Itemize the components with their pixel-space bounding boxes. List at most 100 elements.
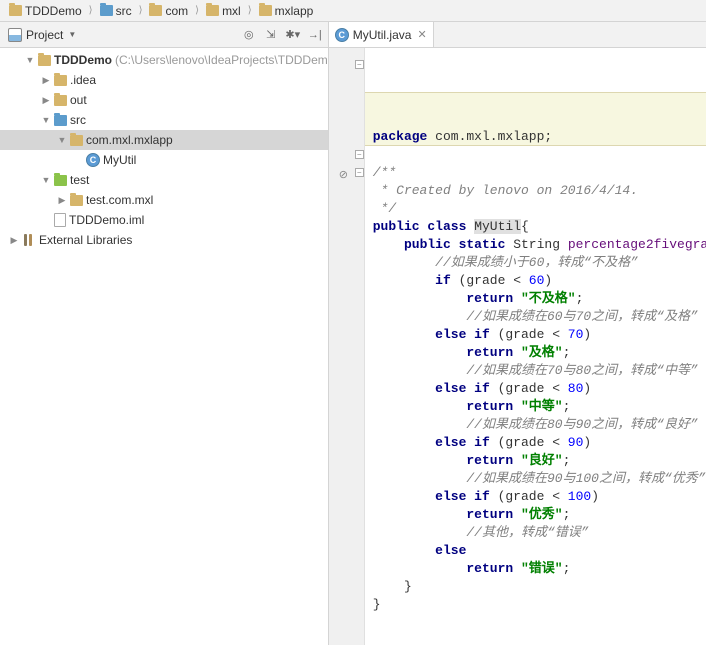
tree-row[interactable]: TDDDemo.iml — [0, 210, 328, 230]
breadcrumb-sep: ⟩ — [193, 5, 201, 16]
tree-row[interactable]: TDDDemo (C:\Users\lenovo\IdeaProjects\TD… — [0, 50, 328, 70]
expand-icon[interactable] — [25, 55, 35, 65]
settings-icon[interactable]: ✱▾ — [284, 26, 302, 44]
fold-icon[interactable]: − — [355, 168, 364, 177]
code-line[interactable]: return "不及格"; — [371, 290, 706, 308]
code-line[interactable]: else if (grade < 100) — [371, 488, 706, 506]
code-line[interactable]: /** — [371, 164, 706, 182]
code-line[interactable]: return "优秀"; — [371, 506, 706, 524]
tree-label: MyUtil — [103, 153, 136, 167]
code-line[interactable]: else if (grade < 80) — [371, 380, 706, 398]
code-line[interactable]: public class MyUtil{ — [371, 218, 706, 236]
tree-row[interactable]: src — [0, 110, 328, 130]
folder-icon — [54, 115, 67, 126]
folder-icon — [70, 195, 83, 206]
project-icon — [8, 28, 22, 42]
code-line[interactable]: else if (grade < 90) — [371, 434, 706, 452]
breadcrumb-sep: ⟩ — [137, 5, 145, 16]
close-icon[interactable]: ✕ — [415, 28, 426, 41]
expand-icon[interactable] — [57, 195, 67, 206]
code-line[interactable]: package com.mxl.mxlapp; — [371, 128, 706, 146]
fold-icon[interactable]: − — [355, 150, 364, 159]
folder-icon — [259, 5, 272, 16]
tree-row[interactable]: CMyUtil — [0, 150, 328, 170]
code-line[interactable]: if (grade < 60) — [371, 272, 706, 290]
code-line[interactable]: //其他，转成“错误” — [371, 524, 706, 542]
code-line[interactable] — [371, 146, 706, 164]
code-line[interactable]: return "良好"; — [371, 452, 706, 470]
code-line[interactable]: return "中等"; — [371, 398, 706, 416]
target-icon[interactable]: ◎ — [240, 26, 258, 44]
tree-row[interactable]: .idea — [0, 70, 328, 90]
breadcrumb-item[interactable]: TDDDemo — [6, 4, 85, 18]
code-line[interactable]: else if (grade < 70) — [371, 326, 706, 344]
folder-icon — [206, 5, 219, 16]
tree-label: test — [70, 173, 89, 187]
class-icon: C — [335, 28, 349, 42]
collapse-icon[interactable]: ⇲ — [262, 26, 280, 44]
library-icon — [22, 234, 36, 246]
tree-label: External Libraries — [39, 233, 132, 247]
expand-icon[interactable] — [41, 175, 51, 185]
tree-row[interactable]: External Libraries — [0, 230, 328, 250]
breadcrumb-label: src — [116, 4, 132, 18]
code-line[interactable]: * Created by lenovo on 2016/4/14. — [371, 182, 706, 200]
code-line[interactable]: return "及格"; — [371, 344, 706, 362]
code-line[interactable]: public static String percentage2fivegrad… — [371, 236, 706, 254]
folder-icon — [54, 75, 67, 86]
breadcrumb-sep: ⟩ — [246, 5, 254, 16]
expand-icon[interactable] — [41, 75, 51, 86]
expand-icon[interactable] — [41, 95, 51, 106]
code-line[interactable]: else — [371, 542, 706, 560]
code-line[interactable]: return "错误"; — [371, 560, 706, 578]
project-header: Project ▼ ◎ ⇲ ✱▾ →| — [0, 22, 328, 48]
editor-area: C MyUtil.java ✕ − − − ⊘ package com.mxl.… — [329, 22, 706, 645]
code-editor[interactable]: package com.mxl.mxlapp; /** * Created by… — [365, 48, 706, 645]
expand-icon[interactable] — [9, 235, 19, 246]
code-line[interactable]: //如果成绩在70与80之间，转成“中等” — [371, 362, 706, 380]
code-line[interactable]: //如果成绩在60与70之间，转成“及格” — [371, 308, 706, 326]
code-line[interactable]: //如果成绩在80与90之间，转成“良好” — [371, 416, 706, 434]
breadcrumb-label: TDDDemo — [25, 4, 82, 18]
tree-label: test.com.mxl — [86, 193, 153, 207]
code-line[interactable]: //如果成绩在90与100之间，转成“优秀” — [371, 470, 706, 488]
tree-row[interactable]: out — [0, 90, 328, 110]
project-tree[interactable]: TDDDemo (C:\Users\lenovo\IdeaProjects\TD… — [0, 48, 328, 645]
expand-icon[interactable] — [57, 135, 67, 145]
breadcrumb-label: com — [165, 4, 188, 18]
breadcrumb-sep: ⟩ — [87, 5, 95, 16]
editor-tabs: C MyUtil.java ✕ — [329, 22, 706, 48]
project-dropdown-icon[interactable]: ▼ — [67, 30, 77, 39]
override-icon[interactable]: ⊘ — [339, 168, 348, 181]
hide-icon[interactable]: →| — [306, 26, 324, 44]
breadcrumb: TDDDemo ⟩ src ⟩ com ⟩ mxl ⟩ mxlapp — [0, 0, 706, 22]
code-line[interactable]: } — [371, 578, 706, 596]
code-line[interactable]: //如果成绩小于60，转成“不及格” — [371, 254, 706, 272]
code-line[interactable]: } — [371, 596, 706, 614]
code-line[interactable]: */ — [371, 200, 706, 218]
tree-row[interactable]: test.com.mxl — [0, 190, 328, 210]
fold-icon[interactable]: − — [355, 60, 364, 69]
tree-label: out — [70, 93, 87, 107]
tree-row[interactable]: test — [0, 170, 328, 190]
tree-label: TDDDemo.iml — [69, 213, 144, 227]
folder-icon — [70, 135, 83, 146]
file-icon — [54, 213, 66, 227]
folder-icon — [38, 55, 51, 66]
editor-tab[interactable]: C MyUtil.java ✕ — [329, 22, 434, 47]
breadcrumb-item[interactable]: mxl — [203, 4, 244, 18]
project-panel: Project ▼ ◎ ⇲ ✱▾ →| TDDDemo (C:\Users\le… — [0, 22, 329, 645]
expand-icon[interactable] — [41, 115, 51, 125]
breadcrumb-item[interactable]: com — [146, 4, 191, 18]
tree-label: TDDDemo — [54, 53, 112, 67]
folder-icon — [9, 5, 22, 16]
editor-gutter: − − − ⊘ — [329, 48, 365, 645]
tree-row[interactable]: com.mxl.mxlapp — [0, 130, 328, 150]
folder-icon — [100, 5, 113, 16]
tab-label: MyUtil.java — [353, 28, 412, 42]
breadcrumb-item[interactable]: mxlapp — [256, 4, 317, 18]
breadcrumb-label: mxlapp — [275, 4, 314, 18]
folder-icon — [54, 95, 67, 106]
breadcrumb-item[interactable]: src — [97, 4, 135, 18]
breadcrumb-label: mxl — [222, 4, 241, 18]
